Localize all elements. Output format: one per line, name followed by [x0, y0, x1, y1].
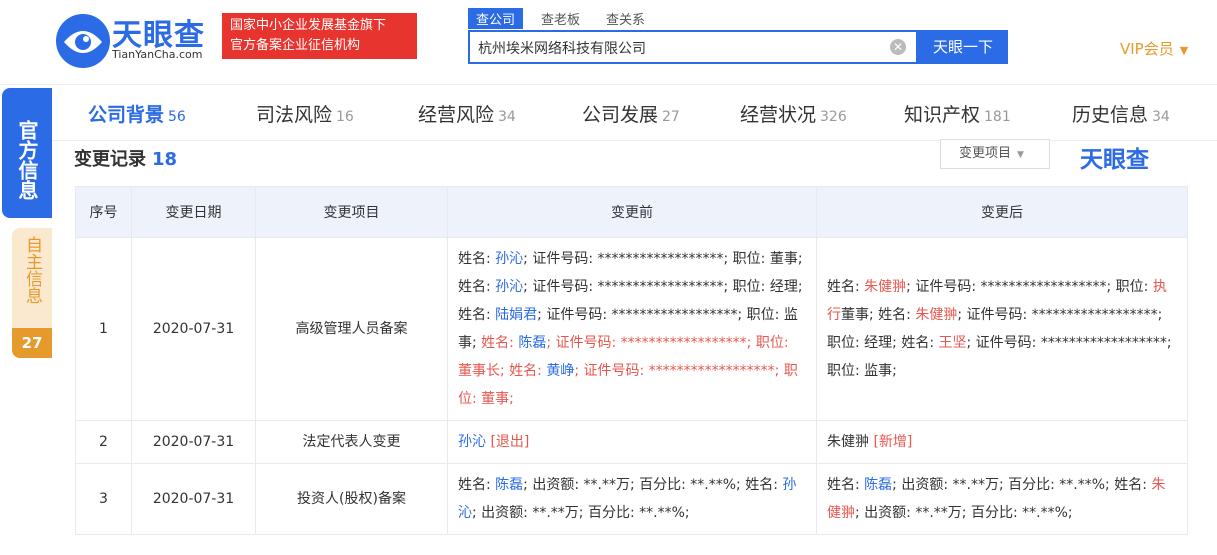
nav-label: 公司背景: [88, 104, 165, 126]
table-header-row: 序号 变更日期 变更项目 变更前 变更后: [75, 186, 1188, 238]
row-date: 2020-07-31: [131, 237, 256, 421]
person-link[interactable]: 陈磊: [495, 477, 523, 493]
person-link[interactable]: 黄峥: [546, 363, 574, 379]
change-text: ; 出资额: **.**万; 百分比: **.**%; 姓名:: [892, 477, 1152, 493]
badge-line-1: 国家中小企业发展基金旗下: [230, 18, 387, 33]
certification-badge: 国家中小企业发展基金旗下 官方备案企业征信机构: [222, 13, 417, 59]
change-text: 朱健翀: [915, 307, 958, 323]
table-row: 2 2020-07-31 法定代表人变更 孙沁 [退出] 朱健翀 [新增]: [75, 420, 1188, 464]
nav-tab-operation-risk[interactable]: 经营风险 34: [418, 100, 516, 127]
nav-count: 27: [662, 109, 680, 125]
row-after: 姓名: 朱健翀; 证件号码: ******************; 职位: 执…: [816, 237, 1188, 421]
nav-tab-intellectual-property[interactable]: 知识产权 181: [904, 100, 1011, 127]
tianyancha-watermark-logo: 天眼查: [1080, 147, 1149, 173]
nav-count: 34: [498, 109, 516, 125]
nav-count: 181: [984, 109, 1011, 125]
row-date: 2020-07-31: [131, 463, 256, 535]
tianyancha-logo-icon[interactable]: [54, 12, 112, 70]
person-link[interactable]: 孙沁: [495, 279, 523, 295]
section-title: 变更记录 18: [74, 145, 177, 171]
nav-count: 326: [820, 109, 847, 125]
change-text: 姓名:: [458, 477, 496, 493]
nav-label: 历史信息: [1072, 104, 1149, 126]
person-link[interactable]: 陆娟君: [495, 307, 537, 323]
search-input[interactable]: [470, 32, 880, 64]
nav-count: 34: [1152, 109, 1170, 125]
search-tab-boss[interactable]: 查老板: [533, 8, 588, 29]
nav-label: 经营风险: [418, 104, 495, 126]
category-nav: 公司背景 56 司法风险 16 经营风险 34 公司发展 27 经营状况 326 知识产权…: [52, 86, 1217, 141]
change-text: 姓名:: [481, 335, 519, 351]
person-link[interactable]: 陈磊: [864, 477, 892, 493]
section-count: 18: [152, 149, 178, 170]
nav-label: 司法风险: [256, 104, 333, 126]
row-index: 3: [75, 463, 132, 535]
table-row: 1 2020-07-31 高级管理人员备案 姓名: 孙沁; 证件号码: ****…: [75, 237, 1188, 421]
change-text: ; 证件号码: ******************; 职位:: [906, 279, 1153, 295]
top-header: 天眼查 TianYanCha.com 国家中小企业发展基金旗下 官方备案企业征信…: [0, 0, 1217, 85]
section-title-text: 变更记录: [74, 149, 146, 170]
row-item: 高级管理人员备案: [255, 237, 448, 421]
nav-tab-company-development[interactable]: 公司发展 27: [582, 100, 680, 127]
clear-icon[interactable]: ✕: [890, 39, 906, 55]
col-header-date: 变更日期: [131, 186, 256, 238]
self-info-label: 自主信息: [22, 236, 42, 304]
search-button[interactable]: 天眼一下: [918, 30, 1008, 64]
row-after: 姓名: 陈磊; 出资额: **.**万; 百分比: **.**%; 姓名: 朱健…: [816, 463, 1188, 535]
search-tab-company[interactable]: 查公司: [468, 8, 524, 29]
nav-label: 知识产权: [904, 104, 981, 126]
col-header-after: 变更后: [816, 186, 1188, 238]
change-text: 朱健翀: [864, 279, 907, 295]
person-link[interactable]: 孙沁: [495, 251, 523, 267]
person-link[interactable]: 陈磊: [518, 335, 546, 351]
vip-label: VIP会员: [1120, 40, 1174, 58]
vip-menu[interactable]: VIP会员 ▼: [1120, 38, 1188, 59]
col-header-item: 变更项目: [255, 186, 448, 238]
caret-down-icon: ▼: [1017, 150, 1024, 160]
self-info-count: 27: [12, 328, 52, 358]
nav-count: 16: [336, 109, 354, 125]
logo-subtext: TianYanCha.com: [112, 48, 203, 61]
change-text: ; 出资额: **.**万; 百分比: **.**%;: [472, 505, 690, 521]
side-tab-official-info[interactable]: 官方信息: [2, 88, 52, 218]
table-row: 3 2020-07-31 投资人(股权)备案 姓名: 陈磊; 出资额: **.*…: [75, 463, 1188, 535]
row-before: 姓名: 陈磊; 出资额: **.**万; 百分比: **.**%; 姓名: 孙沁…: [447, 463, 817, 535]
person-link[interactable]: 孙沁: [458, 434, 486, 450]
badge-line-2: 官方备案企业征信机构: [230, 38, 361, 53]
nav-tab-company-background[interactable]: 公司背景 56: [88, 100, 186, 127]
search-box: ✕: [468, 30, 918, 64]
change-text: 姓名:: [827, 477, 865, 493]
change-text: 朱健翀: [827, 434, 869, 450]
search-tab-relation[interactable]: 查关系: [598, 8, 653, 29]
nav-tab-legal-risk[interactable]: 司法风险 16: [256, 100, 354, 127]
change-text: ; 出资额: **.**万; 百分比: **.**%;: [855, 505, 1073, 521]
col-header-before: 变更前: [447, 186, 817, 238]
filter-label: 变更项目: [959, 146, 1012, 161]
nav-count: 56: [168, 109, 186, 125]
row-date: 2020-07-31: [131, 420, 256, 464]
row-item: 法定代表人变更: [255, 420, 448, 464]
nav-tab-history[interactable]: 历史信息 34: [1072, 100, 1170, 127]
change-item-filter[interactable]: 变更项目 ▼: [940, 139, 1050, 169]
change-text: [退出]: [486, 434, 530, 450]
search-tabs: 查公司 查老板 查关系: [468, 8, 663, 30]
caret-down-icon: ▼: [1179, 44, 1189, 57]
row-after: 朱健翀 [新增]: [816, 420, 1188, 464]
col-header-index: 序号: [75, 186, 132, 238]
row-index: 1: [75, 237, 132, 421]
change-text: [新增]: [869, 434, 913, 450]
row-index: 2: [75, 420, 132, 464]
nav-label: 经营状况: [740, 104, 817, 126]
row-before: 孙沁 [退出]: [447, 420, 817, 464]
row-before: 姓名: 孙沁; 证件号码: ******************; 职位: 董事…: [447, 237, 817, 421]
change-text: 姓名:: [458, 251, 496, 267]
nav-tab-operation-status[interactable]: 经营状况 326: [740, 100, 847, 127]
row-item: 投资人(股权)备案: [255, 463, 448, 535]
change-text: ; 出资额: **.**万; 百分比: **.**%; 姓名:: [523, 477, 783, 493]
change-text: 董事; 姓名:: [841, 307, 916, 323]
change-text: 王坚: [938, 335, 967, 351]
change-text: 姓名:: [827, 279, 865, 295]
change-records-table: 序号 变更日期 变更项目 变更前 变更后 1 2020-07-31 高级管理人员…: [75, 186, 1188, 535]
nav-label: 公司发展: [582, 104, 659, 126]
